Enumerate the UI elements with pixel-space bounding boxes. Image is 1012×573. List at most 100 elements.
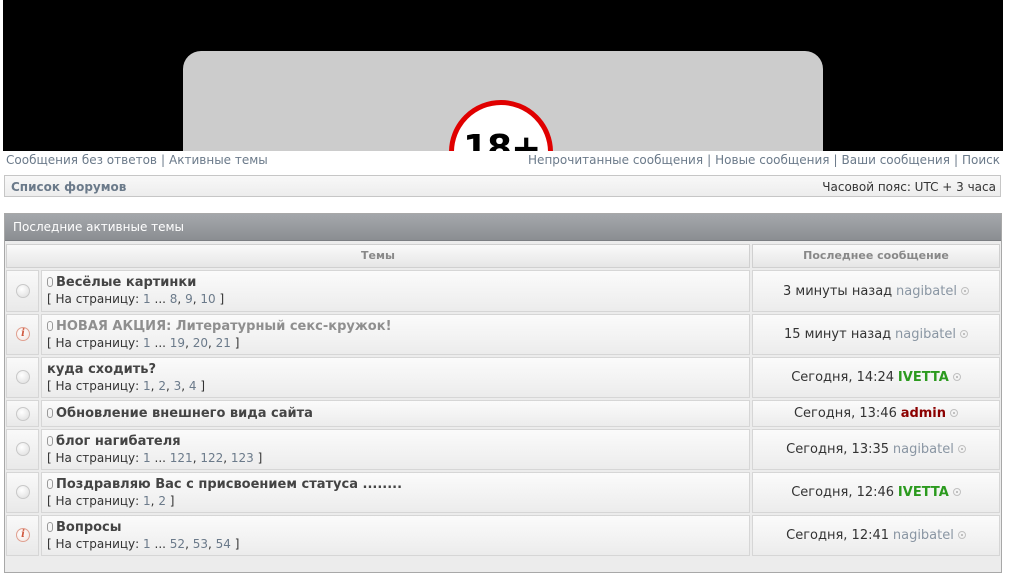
header-banner[interactable]: 18+ <box>3 0 1003 151</box>
page-link[interactable]: 53 <box>193 537 208 551</box>
nav-separator: | <box>833 153 838 167</box>
topic-cell: НОВАЯ АКЦИЯ: Литературный секс-кружок! [… <box>41 314 750 355</box>
page-link[interactable]: 21 <box>216 336 231 350</box>
last-post-time: 3 минуты назад <box>783 284 893 299</box>
page-link[interactable]: 1 <box>143 292 151 306</box>
pagination-prefix: [ На страницу: <box>47 336 144 350</box>
topic-pagination: [ На страницу: 1 ... 52, 53, 54 ] <box>47 537 240 551</box>
top-navigation: Сообщения без ответов | Активные темы Непр… <box>0 151 1012 171</box>
go-to-last-post-icon[interactable] <box>960 287 969 295</box>
last-post-author[interactable]: IVETTA <box>898 370 949 385</box>
link-new-posts[interactable]: Новые сообщения <box>715 153 829 167</box>
last-post-time: Сегодня, 13:35 <box>786 442 890 457</box>
last-post-author[interactable]: nagibatel <box>896 284 957 299</box>
last-post-time: 15 минут назад <box>784 327 892 342</box>
go-to-last-post-icon[interactable] <box>952 488 961 496</box>
topic-title-link[interactable]: куда сходить? <box>47 362 156 377</box>
page-link[interactable]: 122 <box>200 451 223 465</box>
link-active-topics[interactable]: Активные темы <box>169 153 268 167</box>
pagination-ellipsis: ... <box>154 537 166 551</box>
breadcrumb-forum-list[interactable]: Список форумов <box>11 180 126 194</box>
pagination-suffix: ] <box>165 494 175 508</box>
page-link[interactable]: 54 <box>216 537 231 551</box>
topic-title-text: куда сходить? <box>47 362 157 377</box>
page-link[interactable]: 4 <box>189 379 197 393</box>
nav-separator: | <box>953 153 958 167</box>
panel-title: Последние активные темы <box>5 214 1001 241</box>
topic-row: i НОВАЯ АКЦИЯ: Литературный секс-кружок!… <box>6 314 1000 355</box>
pagination-prefix: [ На страницу: <box>47 292 144 306</box>
last-post-time: Сегодня, 12:46 <box>791 485 895 500</box>
page-link[interactable]: 1 <box>143 336 151 350</box>
go-to-last-post-icon[interactable] <box>957 445 966 453</box>
go-to-last-post-icon[interactable] <box>957 531 966 539</box>
page-link[interactable]: 10 <box>200 292 215 306</box>
last-post-author[interactable]: IVETTA <box>898 485 949 500</box>
attachment-icon <box>47 408 53 418</box>
last-post-author[interactable]: nagibatel <box>893 442 954 457</box>
topic-cell: куда сходить? [ На страницу: 1, 2, 3, 4 … <box>41 357 750 398</box>
page-link[interactable]: 1 <box>143 494 151 508</box>
pagination-prefix: [ На страницу: <box>47 451 144 465</box>
pagination-ellipsis: ... <box>154 292 166 306</box>
go-to-last-post-icon[interactable] <box>960 330 968 338</box>
topic-title-text: Вопросы <box>56 520 122 535</box>
go-to-last-post-icon[interactable] <box>950 409 959 417</box>
pagination-ellipsis: ... <box>154 451 166 465</box>
page-link[interactable]: 123 <box>231 451 254 465</box>
last-post-author[interactable]: admin <box>901 406 946 421</box>
topic-title-text: Весёлые картинки <box>56 275 197 290</box>
link-unanswered-posts[interactable]: Сообщения без ответов <box>6 153 157 167</box>
page-link[interactable]: 2 <box>158 494 166 508</box>
page-link[interactable]: 1 <box>143 379 151 393</box>
page-link[interactable]: 19 <box>170 336 185 350</box>
nav-separator: | <box>161 153 166 167</box>
page-link[interactable]: 2 <box>158 379 166 393</box>
attachment-icon <box>47 436 53 446</box>
topic-read-icon <box>16 407 30 421</box>
topic-title-text: блог нагибателя <box>56 434 181 449</box>
page-link[interactable]: 121 <box>170 451 193 465</box>
link-your-posts[interactable]: Ваши сообщения <box>842 153 950 167</box>
pagination-suffix: ] <box>253 451 263 465</box>
last-post-time: Сегодня, 13:46 <box>793 406 897 421</box>
topic-title-link[interactable]: НОВАЯ АКЦИЯ: Литературный секс-кружок! <box>47 319 392 334</box>
topic-pagination: [ На страницу: 1 ... 121, 122, 123 ] <box>47 451 263 465</box>
last-post-time: Сегодня, 12:41 <box>786 528 890 543</box>
pagination-prefix: [ На страницу: <box>47 494 144 508</box>
topic-cell: Весёлые картинки [ На страницу: 1 ... 8,… <box>41 270 750 312</box>
page-link[interactable]: 8 <box>170 292 178 306</box>
topic-title-link[interactable]: блог нагибателя <box>47 434 181 449</box>
attachment-icon <box>47 277 53 287</box>
topic-title-link[interactable]: Вопросы <box>47 520 122 535</box>
last-post-author[interactable]: nagibatel <box>895 327 956 342</box>
link-search[interactable]: Поиск <box>962 153 1000 167</box>
topic-read-icon <box>16 485 30 499</box>
topic-read-icon <box>16 442 30 456</box>
topic-status-cell <box>6 357 39 398</box>
breadcrumb-bar: Список форумов Часовой пояс: UTC + 3 час… <box>4 175 1001 197</box>
topic-cell: Поздравляю Вас с присвоением статуса ...… <box>41 472 750 513</box>
last-post-cell: Сегодня, 12:46 IVETTA <box>752 472 1000 513</box>
column-header-last-post: Последнее сообщение <box>752 244 1000 268</box>
pagination-ellipsis: ... <box>154 336 166 350</box>
topic-status-cell <box>6 270 39 312</box>
topic-title-link[interactable]: Обновление внешнего вида сайта <box>47 406 313 421</box>
link-unread-posts[interactable]: Непрочитанные сообщения <box>528 153 703 167</box>
topic-title-link[interactable]: Весёлые картинки <box>47 275 196 290</box>
page-link[interactable]: 52 <box>170 537 185 551</box>
page-link[interactable]: 3 <box>174 379 182 393</box>
pagination-suffix: ] <box>230 336 240 350</box>
attachment-icon <box>47 479 53 489</box>
last-post-author[interactable]: nagibatel <box>893 528 954 543</box>
pagination-prefix: [ На страницу: <box>47 537 144 551</box>
page-link[interactable]: 9 <box>185 292 193 306</box>
page-link[interactable]: 20 <box>193 336 208 350</box>
page-link[interactable]: 1 <box>143 537 151 551</box>
topic-title-link[interactable]: Поздравляю Вас с присвоением статуса ...… <box>47 477 402 492</box>
page-link[interactable]: 1 <box>143 451 151 465</box>
go-to-last-post-icon[interactable] <box>952 373 961 381</box>
last-post-cell: Сегодня, 12:41 nagibatel <box>752 515 1000 556</box>
topic-status-cell: i <box>6 515 39 556</box>
age-restriction-label: 18+ <box>463 128 541 151</box>
